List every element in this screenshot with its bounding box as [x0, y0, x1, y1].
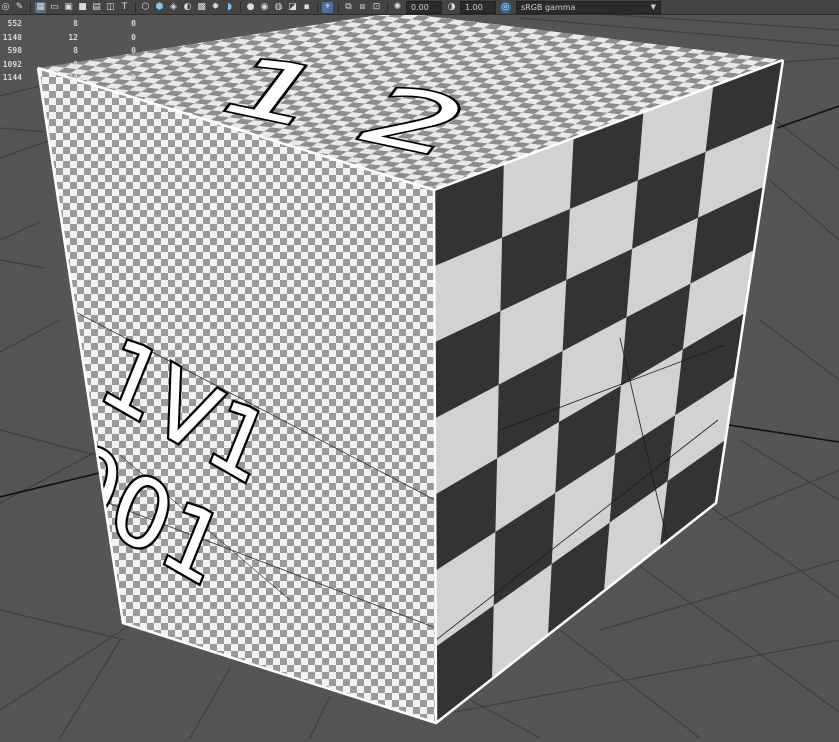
poly-count-hud: 552 8 0 1148 12 0 598 8 0 1092 8 0 1144 24 0 [0, 17, 136, 85]
hud-cell: 0 [131, 32, 136, 42]
depth-of-field-icon[interactable]: ◉ [259, 2, 270, 13]
lighting-icon[interactable]: ◐ [182, 2, 193, 13]
backface-icon[interactable]: ⊡ [371, 2, 382, 13]
safe-area-icon[interactable]: ▤ [91, 2, 102, 13]
image-plane-icon[interactable]: T [119, 2, 130, 13]
film-gate-icon[interactable]: ▭ [49, 2, 60, 13]
hud-cell: 1144 [2, 73, 22, 83]
view-transform-icon[interactable]: ◎ [500, 1, 511, 13]
hud-cell: 0 [131, 73, 136, 83]
toolbar-divider [387, 1, 388, 13]
hud-cell: 1092 [2, 59, 22, 69]
color-space-select[interactable]: sRGB gamma ▼ [516, 0, 661, 14]
chevron-down-icon: ▼ [650, 2, 656, 11]
hud-cell: 598 [7, 46, 22, 56]
hud-row: 1092 8 0 [0, 58, 136, 72]
hud-row: 1148 12 0 [0, 31, 136, 45]
motion-blur-icon[interactable]: ◗ [224, 2, 235, 13]
hud-cell: 8 [73, 19, 78, 28]
hud-row: 598 8 0 [0, 44, 136, 58]
viewport-scene[interactable]: 1 2 1V1 001 [0, 0, 839, 739]
hud-cell: 12 [68, 32, 78, 42]
viewport-3d[interactable]: 1 2 1V1 001 [0, 0, 839, 739]
hud-cell: 24 [68, 73, 78, 83]
ambient-occlusion-icon[interactable]: ✸ [210, 2, 221, 13]
toolbar-divider [30, 1, 31, 13]
camera-icon[interactable]: ■ [77, 2, 88, 13]
paint-tool-icon[interactable]: ✎ [14, 2, 25, 13]
hud-row: 1144 24 0 [0, 71, 136, 85]
textured-icon[interactable]: ◈ [168, 2, 179, 13]
xray-active-icon[interactable]: ⧈ [357, 2, 368, 13]
shadows-icon[interactable]: ▩ [196, 2, 207, 13]
toolbar-divider [338, 1, 339, 13]
hud-cell: 1148 [2, 32, 22, 42]
hud-row: 552 8 0 [0, 17, 136, 31]
hud-cell: 0 [131, 46, 136, 56]
isolate-select-icon[interactable]: ⌖ [322, 1, 333, 13]
grid-icon[interactable]: ▦ [35, 1, 46, 13]
image-plane-toggle-icon[interactable]: ▪ [301, 2, 312, 13]
xray-icon[interactable]: ◫ [105, 2, 116, 13]
viewport-panel-toolbar: ◎ ✎ ▦ ▭ ▣ ■ ▤ ◫ T ⬡ ⬢ ◈ ◐ ▩ ✸ ◗ ● ◉ ◍ ◪ … [0, 0, 839, 15]
xray-joints-icon[interactable]: ⧉ [343, 2, 354, 13]
gamma-field[interactable] [460, 0, 496, 14]
toolbar-divider [135, 1, 136, 13]
exposure-icon[interactable]: ✺ [392, 2, 403, 13]
hud-cell: 0 [131, 59, 136, 69]
toolbar-divider [317, 1, 318, 13]
gamma-icon[interactable]: ◑ [446, 2, 457, 13]
hud-cell: 552 [7, 19, 22, 28]
toolbar-divider [240, 1, 241, 13]
hud-cell: 0 [131, 19, 136, 28]
antialias-icon[interactable]: ● [245, 2, 256, 13]
isolate-icon[interactable]: ◪ [287, 2, 298, 13]
hud-cell: 8 [73, 46, 78, 56]
exposure-field[interactable] [406, 0, 442, 14]
smooth-shade-icon[interactable]: ⬢ [154, 2, 165, 13]
wireframe-icon[interactable]: ⬡ [140, 2, 151, 13]
hud-cell: 8 [73, 59, 78, 69]
resolution-gate-icon[interactable]: ▣ [63, 2, 74, 13]
hud-icon[interactable]: ◍ [273, 2, 284, 13]
select-tool-icon[interactable]: ◎ [0, 2, 11, 13]
color-space-value: sRGB gamma [521, 2, 576, 12]
